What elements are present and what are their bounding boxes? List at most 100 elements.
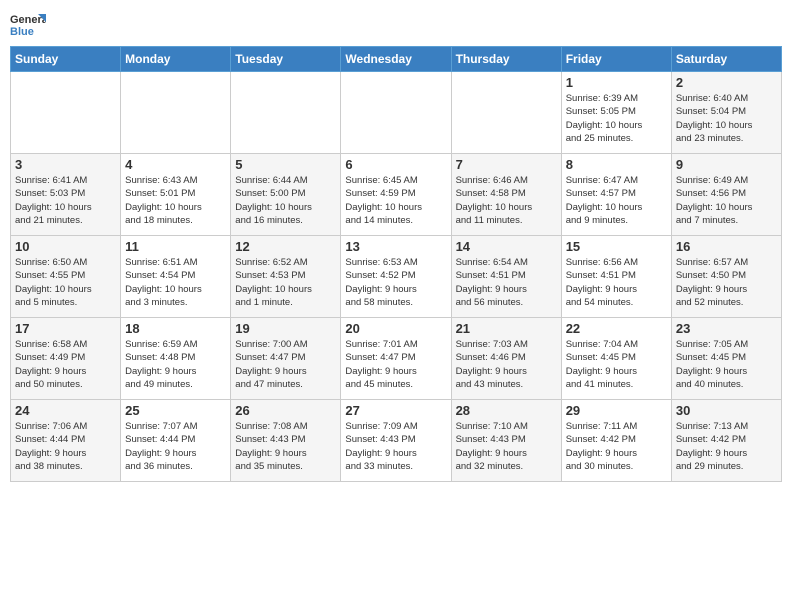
svg-text:Blue: Blue (10, 26, 34, 38)
day-number: 10 (15, 239, 116, 254)
calendar-week-row: 24 Sunrise: 7:06 AM Sunset: 4:44 PM Dayli… (11, 400, 782, 482)
day-info: Sunrise: 6:39 AM Sunset: 5:05 PM Dayligh… (566, 92, 667, 145)
day-number: 18 (125, 321, 226, 336)
day-info: Sunrise: 7:06 AM Sunset: 4:44 PM Dayligh… (15, 420, 116, 473)
day-number: 8 (566, 157, 667, 172)
calendar-cell: 5 Sunrise: 6:44 AM Sunset: 5:00 PM Daylig… (231, 154, 341, 236)
day-info: Sunrise: 6:56 AM Sunset: 4:51 PM Dayligh… (566, 256, 667, 309)
day-number: 20 (345, 321, 446, 336)
calendar-cell: 30 Sunrise: 7:13 AM Sunset: 4:42 PM Dayli… (671, 400, 781, 482)
day-info: Sunrise: 7:09 AM Sunset: 4:43 PM Dayligh… (345, 420, 446, 473)
weekday-header: Monday (121, 47, 231, 72)
weekday-header: Wednesday (341, 47, 451, 72)
calendar-cell: 15 Sunrise: 6:56 AM Sunset: 4:51 PM Dayli… (561, 236, 671, 318)
day-number: 29 (566, 403, 667, 418)
calendar-cell: 23Sunrise: 7:05 AM Sunset: 4:45 PM Dayli… (671, 318, 781, 400)
day-number: 16 (676, 239, 777, 254)
calendar-cell (231, 72, 341, 154)
calendar-cell: 12 Sunrise: 6:52 AM Sunset: 4:53 PM Dayli… (231, 236, 341, 318)
day-info: Sunrise: 6:54 AM Sunset: 4:51 PM Dayligh… (456, 256, 557, 309)
day-number: 2 (676, 75, 777, 90)
calendar-header-row: SundayMondayTuesdayWednesdayThursdayFrid… (11, 47, 782, 72)
day-number: 30 (676, 403, 777, 418)
calendar-cell: 1 Sunrise: 6:39 AM Sunset: 5:05 PM Daylig… (561, 72, 671, 154)
calendar-cell: 29 Sunrise: 7:11 AM Sunset: 4:42 PM Dayli… (561, 400, 671, 482)
calendar-cell: 7 Sunrise: 6:46 AM Sunset: 4:58 PM Daylig… (451, 154, 561, 236)
day-info: Sunrise: 6:52 AM Sunset: 4:53 PM Dayligh… (235, 256, 336, 309)
calendar-cell: 8Sunrise: 6:47 AM Sunset: 4:57 PM Daylig… (561, 154, 671, 236)
day-info: Sunrise: 7:08 AM Sunset: 4:43 PM Dayligh… (235, 420, 336, 473)
day-number: 11 (125, 239, 226, 254)
day-number: 7 (456, 157, 557, 172)
calendar-cell: 14 Sunrise: 6:54 AM Sunset: 4:51 PM Dayli… (451, 236, 561, 318)
weekday-header: Saturday (671, 47, 781, 72)
calendar-cell: 10 Sunrise: 6:50 AM Sunset: 4:55 PM Dayli… (11, 236, 121, 318)
calendar-cell (121, 72, 231, 154)
day-number: 17 (15, 321, 116, 336)
calendar-cell (341, 72, 451, 154)
calendar-cell: 26 Sunrise: 7:08 AM Sunset: 4:43 PM Dayli… (231, 400, 341, 482)
calendar-cell: 4 Sunrise: 6:43 AM Sunset: 5:01 PM Daylig… (121, 154, 231, 236)
day-info: Sunrise: 7:11 AM Sunset: 4:42 PM Dayligh… (566, 420, 667, 473)
calendar-cell: 19 Sunrise: 7:00 AM Sunset: 4:47 PM Dayli… (231, 318, 341, 400)
day-info: Sunrise: 6:43 AM Sunset: 5:01 PM Dayligh… (125, 174, 226, 227)
day-number: 14 (456, 239, 557, 254)
logo-icon: General Blue (10, 10, 46, 40)
day-info: Sunrise: 6:46 AM Sunset: 4:58 PM Dayligh… (456, 174, 557, 227)
day-info: Sunrise: 6:57 AM Sunset: 4:50 PM Dayligh… (676, 256, 777, 309)
calendar-cell: 6 Sunrise: 6:45 AM Sunset: 4:59 PM Daylig… (341, 154, 451, 236)
calendar-cell: 21Sunrise: 7:03 AM Sunset: 4:46 PM Dayli… (451, 318, 561, 400)
day-number: 23 (676, 321, 777, 336)
day-number: 9 (676, 157, 777, 172)
day-info: Sunrise: 6:58 AM Sunset: 4:49 PM Dayligh… (15, 338, 116, 391)
day-number: 1 (566, 75, 667, 90)
calendar-cell (11, 72, 121, 154)
calendar-cell: 13Sunrise: 6:53 AM Sunset: 4:52 PM Dayli… (341, 236, 451, 318)
calendar-cell: 16 Sunrise: 6:57 AM Sunset: 4:50 PM Dayli… (671, 236, 781, 318)
day-number: 3 (15, 157, 116, 172)
day-number: 15 (566, 239, 667, 254)
calendar-cell: 25Sunrise: 7:07 AM Sunset: 4:44 PM Dayli… (121, 400, 231, 482)
day-number: 26 (235, 403, 336, 418)
calendar-cell (451, 72, 561, 154)
day-number: 6 (345, 157, 446, 172)
day-info: Sunrise: 6:53 AM Sunset: 4:52 PM Dayligh… (345, 256, 446, 309)
calendar-week-row: 10 Sunrise: 6:50 AM Sunset: 4:55 PM Dayli… (11, 236, 782, 318)
day-info: Sunrise: 7:00 AM Sunset: 4:47 PM Dayligh… (235, 338, 336, 391)
calendar-cell: 28 Sunrise: 7:10 AM Sunset: 4:43 PM Dayli… (451, 400, 561, 482)
day-info: Sunrise: 7:07 AM Sunset: 4:44 PM Dayligh… (125, 420, 226, 473)
day-info: Sunrise: 7:10 AM Sunset: 4:43 PM Dayligh… (456, 420, 557, 473)
calendar-week-row: 3 Sunrise: 6:41 AM Sunset: 5:03 PM Daylig… (11, 154, 782, 236)
day-info: Sunrise: 6:51 AM Sunset: 4:54 PM Dayligh… (125, 256, 226, 309)
day-number: 28 (456, 403, 557, 418)
day-info: Sunrise: 7:01 AM Sunset: 4:47 PM Dayligh… (345, 338, 446, 391)
day-info: Sunrise: 6:45 AM Sunset: 4:59 PM Dayligh… (345, 174, 446, 227)
weekday-header: Friday (561, 47, 671, 72)
day-info: Sunrise: 6:59 AM Sunset: 4:48 PM Dayligh… (125, 338, 226, 391)
weekday-header: Thursday (451, 47, 561, 72)
calendar-body: 1 Sunrise: 6:39 AM Sunset: 5:05 PM Daylig… (11, 72, 782, 482)
day-info: Sunrise: 6:44 AM Sunset: 5:00 PM Dayligh… (235, 174, 336, 227)
day-info: Sunrise: 6:50 AM Sunset: 4:55 PM Dayligh… (15, 256, 116, 309)
day-number: 24 (15, 403, 116, 418)
calendar-cell: 24 Sunrise: 7:06 AM Sunset: 4:44 PM Dayli… (11, 400, 121, 482)
calendar-cell: 18 Sunrise: 6:59 AM Sunset: 4:48 PM Dayli… (121, 318, 231, 400)
day-info: Sunrise: 7:04 AM Sunset: 4:45 PM Dayligh… (566, 338, 667, 391)
day-number: 5 (235, 157, 336, 172)
calendar-cell: 27 Sunrise: 7:09 AM Sunset: 4:43 PM Dayli… (341, 400, 451, 482)
day-number: 12 (235, 239, 336, 254)
logo: General Blue (10, 10, 46, 40)
day-info: Sunrise: 6:41 AM Sunset: 5:03 PM Dayligh… (15, 174, 116, 227)
day-number: 4 (125, 157, 226, 172)
calendar-cell: 17 Sunrise: 6:58 AM Sunset: 4:49 PM Dayli… (11, 318, 121, 400)
day-number: 27 (345, 403, 446, 418)
weekday-header: Tuesday (231, 47, 341, 72)
day-info: Sunrise: 7:03 AM Sunset: 4:46 PM Dayligh… (456, 338, 557, 391)
calendar-week-row: 1 Sunrise: 6:39 AM Sunset: 5:05 PM Daylig… (11, 72, 782, 154)
calendar-cell: 9Sunrise: 6:49 AM Sunset: 4:56 PM Daylig… (671, 154, 781, 236)
page-header: General Blue (10, 10, 782, 40)
calendar-cell: 2Sunrise: 6:40 AM Sunset: 5:04 PM Daylig… (671, 72, 781, 154)
day-info: Sunrise: 7:13 AM Sunset: 4:42 PM Dayligh… (676, 420, 777, 473)
calendar-cell: 3 Sunrise: 6:41 AM Sunset: 5:03 PM Daylig… (11, 154, 121, 236)
day-number: 19 (235, 321, 336, 336)
